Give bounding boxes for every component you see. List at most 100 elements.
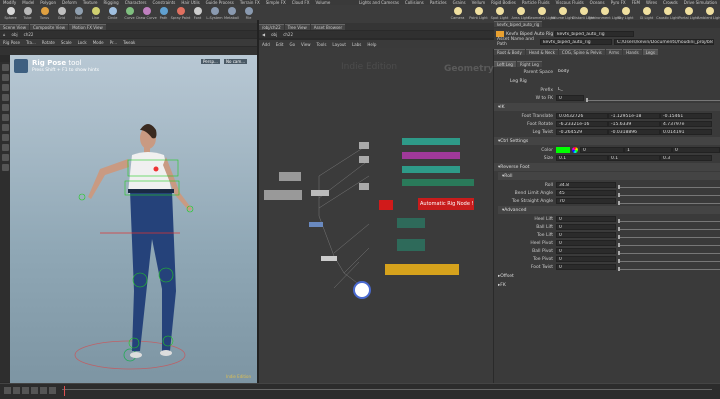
fk-header[interactable]: ▸ FK bbox=[494, 281, 720, 289]
shelf-tool[interactable]: Path bbox=[155, 5, 172, 23]
offset-header[interactable]: ▸ Offset bbox=[494, 272, 720, 280]
toe-field[interactable]: 70 bbox=[556, 198, 616, 204]
scene-tab[interactable]: Scene View bbox=[0, 23, 29, 30]
node-f[interactable] bbox=[397, 239, 425, 251]
home-icon[interactable]: ⌂ bbox=[0, 32, 9, 37]
color-swatch[interactable] bbox=[556, 147, 570, 153]
character-model[interactable] bbox=[70, 85, 200, 375]
param-folder-tab[interactable]: Hands bbox=[623, 49, 642, 55]
node-red-icon[interactable] bbox=[379, 200, 393, 210]
shelf-tool[interactable]: Spray Paint bbox=[171, 5, 190, 23]
net-path-node[interactable]: ch22 bbox=[280, 32, 296, 37]
foot-rotate-y[interactable]: -15.6339 bbox=[608, 121, 660, 127]
color-wheel-icon[interactable] bbox=[572, 147, 578, 153]
advanced-header[interactable]: ▾ Advanced bbox=[498, 206, 720, 214]
automatic-rig-node[interactable]: Automatic Rig Node ! bbox=[418, 198, 474, 210]
param-folder-tab[interactable]: Root & Body bbox=[494, 49, 525, 55]
param-folder-tab[interactable]: COG, Spine & Pelvis bbox=[558, 49, 605, 55]
network-menu-item[interactable]: Layout bbox=[329, 42, 349, 47]
network-tab[interactable]: Asset Browser bbox=[310, 23, 346, 30]
net-path-obj[interactable]: obj bbox=[268, 32, 280, 37]
viewport-tool[interactable]: Tweak bbox=[120, 40, 138, 45]
next-frame-icon[interactable] bbox=[40, 387, 47, 394]
node-a[interactable] bbox=[359, 142, 369, 149]
node-teal[interactable] bbox=[402, 138, 460, 145]
scale-icon[interactable] bbox=[1, 94, 9, 101]
move-icon[interactable] bbox=[1, 74, 9, 81]
shelf-tool[interactable]: Line bbox=[87, 5, 104, 23]
leg-tab[interactable]: Left Leg bbox=[494, 60, 516, 67]
shelf-light-tool[interactable]: Point Light bbox=[468, 5, 489, 23]
shelf-light-tool[interactable]: Camera bbox=[447, 5, 468, 23]
path-node[interactable]: ch22 bbox=[21, 32, 37, 37]
advanced-row-slider[interactable] bbox=[618, 233, 720, 239]
viewport-tool[interactable]: Rotate bbox=[39, 40, 58, 45]
node-b[interactable] bbox=[359, 156, 369, 163]
leg-rig-header[interactable]: Leg Rig bbox=[494, 77, 720, 85]
param-folder-tab[interactable]: Legs bbox=[642, 49, 658, 55]
leg-tab[interactable]: Right Leg bbox=[516, 60, 542, 67]
roll-header[interactable]: ▾ Roll bbox=[498, 172, 720, 180]
shelf-tool[interactable]: File bbox=[240, 5, 257, 23]
shelf-tool[interactable]: Circle bbox=[104, 5, 121, 23]
foot-rotate-z[interactable]: 4.73797e bbox=[660, 121, 712, 127]
network-menu-item[interactable]: Edit bbox=[273, 42, 287, 47]
bend-slider[interactable] bbox=[618, 191, 720, 197]
node-sticky-a[interactable] bbox=[279, 172, 301, 181]
rotate-icon[interactable] bbox=[1, 84, 9, 91]
advanced-row-field[interactable]: 0 bbox=[556, 216, 616, 222]
network-editor[interactable]: Indie Edition Geometry Automatic Rig Nod… bbox=[259, 48, 494, 383]
advanced-row-slider[interactable] bbox=[618, 265, 720, 271]
network-menu-item[interactable]: Help bbox=[364, 42, 379, 47]
path-obj[interactable]: obj bbox=[9, 32, 21, 37]
advanced-row-slider[interactable] bbox=[618, 225, 720, 231]
network-tab[interactable]: Tree View bbox=[284, 23, 310, 30]
network-tab[interactable]: /obj/ch22 bbox=[259, 23, 284, 30]
advanced-row-field[interactable]: 0 bbox=[556, 240, 616, 246]
timeline[interactable] bbox=[0, 383, 720, 399]
first-frame-icon[interactable] bbox=[4, 387, 11, 394]
param-folder-tab[interactable]: Arms bbox=[605, 49, 623, 55]
select-icon[interactable] bbox=[1, 64, 9, 71]
leg-twist-x[interactable]: -0.264529 bbox=[556, 129, 608, 135]
viewport-tool[interactable]: Mode bbox=[90, 40, 107, 45]
output-node[interactable] bbox=[353, 281, 371, 299]
ctrl-settings-header[interactable]: ▾ Ctrl Settings bbox=[494, 137, 720, 145]
viewport-tool[interactable]: Rig Pose bbox=[0, 40, 23, 45]
parent-space-field[interactable]: body bbox=[556, 69, 706, 75]
color-g[interactable]: 1 bbox=[624, 147, 672, 153]
scene-tab[interactable]: Motion FX View bbox=[69, 23, 106, 30]
roll-field[interactable]: 34.8 bbox=[556, 182, 616, 188]
last-frame-icon[interactable] bbox=[49, 387, 56, 394]
node-yellow[interactable] bbox=[385, 264, 459, 275]
camera-menu[interactable]: No cam... bbox=[224, 59, 248, 64]
node-green[interactable] bbox=[402, 179, 474, 186]
pose-icon[interactable] bbox=[1, 104, 9, 111]
node-sticky-b[interactable] bbox=[264, 190, 302, 200]
size-y[interactable]: 0.1 bbox=[608, 155, 660, 161]
ik-header[interactable]: ▾ IK bbox=[494, 103, 720, 111]
leg-twist-z[interactable]: 0.014191 bbox=[660, 129, 712, 135]
toe-slider[interactable] bbox=[618, 199, 720, 205]
advanced-row-slider[interactable] bbox=[618, 249, 720, 255]
node-blue[interactable] bbox=[309, 222, 323, 227]
render-icon[interactable] bbox=[1, 164, 9, 171]
foot-translate-y[interactable]: -1.12951e-18 bbox=[608, 113, 660, 119]
w-fk-slider[interactable] bbox=[586, 96, 720, 102]
network-menu-item[interactable]: Add bbox=[259, 42, 273, 47]
viewport-tool[interactable]: Scale bbox=[58, 40, 75, 45]
shelf-tool[interactable]: Grid bbox=[53, 5, 70, 23]
roll-slider[interactable] bbox=[618, 183, 720, 189]
time-ruler[interactable] bbox=[62, 389, 712, 390]
advanced-row-slider[interactable] bbox=[618, 241, 720, 247]
viewport-tool[interactable]: Pr... bbox=[107, 40, 120, 45]
node-teal-2[interactable] bbox=[402, 166, 460, 173]
color-r[interactable]: 0 bbox=[580, 147, 624, 153]
bend-field[interactable]: 45 bbox=[556, 190, 616, 196]
shelf-tool[interactable]: Null bbox=[70, 5, 87, 23]
advanced-row-slider[interactable] bbox=[618, 217, 720, 223]
magnet-icon[interactable] bbox=[1, 144, 9, 151]
play-icon[interactable] bbox=[31, 387, 38, 394]
network-menu-item[interactable]: Go bbox=[287, 42, 299, 47]
advanced-row-field[interactable]: 0 bbox=[556, 232, 616, 238]
